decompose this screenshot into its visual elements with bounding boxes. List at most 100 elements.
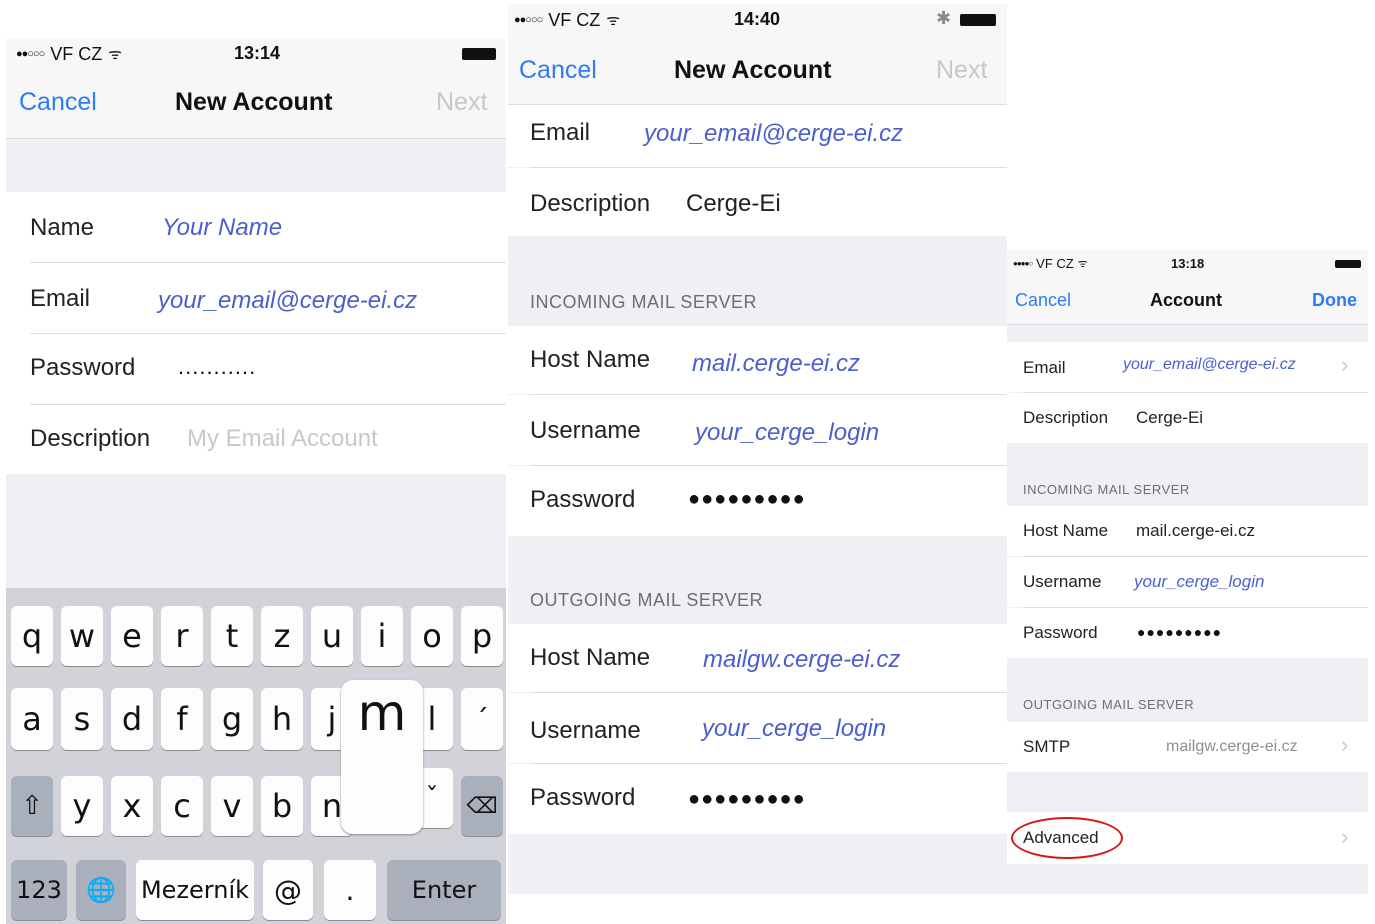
key[interactable]: e [111, 606, 153, 666]
incoming-password-row[interactable]: Password ●●●●●●●●● [1007, 608, 1368, 658]
outgoing-password-row[interactable]: Password ●●●●●●●●● [508, 764, 1007, 834]
shift-key[interactable]: ⇧ [11, 776, 53, 836]
battery-icon [462, 48, 496, 60]
key[interactable]: r [161, 606, 203, 666]
incoming-username-field[interactable]: your_cerge_login [1134, 572, 1264, 592]
page-title: New Account [175, 88, 333, 116]
field-label: Password [30, 354, 136, 381]
field-label: Host Name [1023, 521, 1109, 540]
period-key[interactable]: . [324, 860, 376, 920]
status-time: 13:14 [234, 43, 281, 63]
enter-key[interactable]: Enter [387, 860, 501, 920]
signal-icon: ●●○○○ [16, 48, 45, 60]
outgoing-password-field[interactable]: ●●●●●●●●● [688, 788, 806, 811]
email-field[interactable]: your_email@cerge-ei.cz [158, 287, 417, 315]
field-label: Email [530, 119, 591, 146]
divider [6, 138, 506, 139]
field-label: SMTP [1023, 737, 1071, 756]
key[interactable]: a [11, 688, 53, 750]
keyboard: q w e r t z u i o p a s d f g h j l ´ ⇧ … [6, 588, 506, 924]
done-button[interactable]: Done [1312, 290, 1357, 311]
outgoing-host-row[interactable]: Host Name mailgw.cerge-ei.cz [508, 624, 1007, 692]
key[interactable]: h [261, 688, 303, 750]
key[interactable]: p [461, 606, 503, 666]
email-row[interactable]: Email your_email@cerge-ei.cz [508, 105, 1007, 167]
outgoing-username-field[interactable]: your_cerge_login [702, 715, 886, 743]
key-popup[interactable]: m [341, 680, 423, 834]
divider [1007, 324, 1368, 325]
password-row[interactable]: Password ........... [6, 334, 506, 404]
key-popup-label: m [357, 684, 407, 742]
key[interactable]: f [161, 688, 203, 750]
incoming-username-row[interactable]: Username your_cerge_login [1007, 557, 1368, 607]
signal-icon: ●●●●○ [1013, 258, 1033, 268]
globe-icon[interactable]: 🌐 [76, 860, 126, 920]
outgoing-section-header: OUTGOING MAIL SERVER [530, 590, 764, 610]
next-button[interactable]: Next [436, 88, 487, 117]
battery-icon [960, 14, 996, 26]
key[interactable]: o [411, 606, 453, 666]
key[interactable]: q [11, 606, 53, 666]
key[interactable]: d [111, 688, 153, 750]
backspace-key[interactable]: ⌫ [461, 776, 503, 836]
key[interactable]: u [311, 606, 353, 666]
space-key[interactable]: Mezerník [136, 860, 254, 920]
cancel-button[interactable]: Cancel [19, 88, 97, 117]
key[interactable]: ´ [461, 688, 503, 750]
email-row[interactable]: Email your_email@cerge-ei.cz › [1007, 342, 1368, 392]
battery-icon [1335, 260, 1361, 268]
key[interactable]: v [211, 776, 253, 836]
incoming-password-field[interactable]: ●●●●●●●●● [688, 488, 806, 511]
email-field[interactable]: your_email@cerge-ei.cz [644, 120, 903, 148]
field-label: Description [30, 425, 151, 452]
incoming-password-row[interactable]: Password ●●●●●●●●● [508, 466, 1007, 536]
key[interactable]: z [261, 606, 303, 666]
key[interactable]: c [161, 776, 203, 836]
description-field[interactable]: My Email Account [187, 425, 378, 453]
name-field[interactable]: Your Name [162, 214, 282, 242]
field-label: Password [530, 486, 636, 513]
key[interactable]: i [361, 606, 403, 666]
outgoing-username-row[interactable]: Username your_cerge_login [508, 693, 1007, 763]
incoming-password-field[interactable]: ●●●●●●●●● [1137, 624, 1222, 640]
description-row[interactable]: Description My Email Account [6, 405, 506, 473]
description-field[interactable]: Cerge-Ei [1136, 408, 1203, 428]
wifi-icon: ᯤ [1077, 257, 1088, 270]
key[interactable]: b [261, 776, 303, 836]
at-key[interactable]: @ [263, 860, 313, 920]
numbers-key[interactable]: 123 [11, 860, 67, 920]
chevron-right-icon: › [1341, 352, 1349, 377]
next-button[interactable]: Next [936, 56, 987, 85]
field-label: Description [1023, 408, 1109, 427]
key[interactable]: x [111, 776, 153, 836]
email-field[interactable]: your_email@cerge-ei.cz [1123, 356, 1296, 374]
outgoing-host-field[interactable]: mailgw.cerge-ei.cz [703, 646, 900, 674]
incoming-host-row[interactable]: Host Name mail.cerge-ei.cz [508, 326, 1007, 394]
cancel-button[interactable]: Cancel [519, 56, 597, 85]
password-field[interactable]: ........... [178, 354, 256, 380]
incoming-username-field[interactable]: your_cerge_login [695, 419, 879, 447]
incoming-host-field[interactable]: mail.cerge-ei.cz [1136, 521, 1255, 541]
field-label: Password [1023, 623, 1098, 642]
field-label: Name [30, 214, 95, 241]
description-row[interactable]: Description Cerge-Ei [508, 168, 1007, 236]
key[interactable]: y [61, 776, 103, 836]
incoming-username-row[interactable]: Username your_cerge_login [508, 395, 1007, 465]
outgoing-section-header: OUTGOING MAIL SERVER [1023, 697, 1195, 712]
email-row[interactable]: Email your_email@cerge-ei.cz [6, 263, 506, 333]
key[interactable]: s [61, 688, 103, 750]
smtp-row[interactable]: SMTP mailgw.cerge-ei.cz › [1007, 722, 1368, 772]
status-bar-content: ●●○○○ VF CZ ᯤ [514, 8, 620, 32]
key[interactable]: t [211, 606, 253, 666]
description-row[interactable]: Description Cerge-Ei [1007, 393, 1368, 443]
field-label: Username [1023, 572, 1102, 591]
key[interactable]: w [61, 606, 103, 666]
description-field[interactable]: Cerge-Ei [686, 190, 781, 218]
incoming-host-field[interactable]: mail.cerge-ei.cz [692, 350, 860, 378]
name-row[interactable]: Name Your Name [6, 192, 506, 262]
field-label: Email [30, 285, 91, 312]
cancel-button[interactable]: Cancel [1015, 290, 1071, 311]
key[interactable]: g [211, 688, 253, 750]
status-bar-content: ●●●●○ VF CZ ᯤ [1013, 254, 1088, 272]
incoming-host-row[interactable]: Host Name mail.cerge-ei.cz [1007, 506, 1368, 556]
